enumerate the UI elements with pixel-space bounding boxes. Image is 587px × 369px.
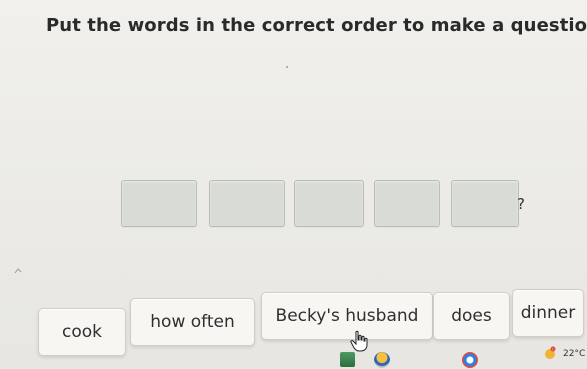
- word-tile-cook[interactable]: cook: [38, 308, 126, 356]
- word-tile-how-often[interactable]: how often: [130, 298, 255, 346]
- app-green-icon[interactable]: [340, 352, 355, 367]
- answer-slot-1[interactable]: [121, 180, 197, 227]
- svg-text:!: !: [552, 347, 553, 351]
- answer-slot-5[interactable]: [451, 180, 519, 227]
- decorative-mark: [14, 268, 22, 274]
- answer-slot-4[interactable]: [374, 180, 440, 227]
- answer-slots: ?: [121, 180, 541, 230]
- instruction-title: Put the words in the correct order to ma…: [46, 15, 587, 36]
- temperature-label: 22°C: [563, 349, 586, 359]
- answer-slot-2[interactable]: [209, 180, 285, 227]
- hand-pointer-icon: [350, 330, 368, 352]
- word-tile-dinner[interactable]: dinner: [512, 289, 584, 337]
- exercise-page: Put the words in the correct order to ma…: [0, 0, 587, 369]
- browser-icon[interactable]: [462, 352, 478, 368]
- word-tile-beckys-husband[interactable]: Becky's husband: [261, 292, 433, 340]
- weather-icon[interactable]: !: [542, 346, 556, 360]
- decorative-dot: [286, 66, 288, 68]
- chrome-like-icon[interactable]: [374, 352, 390, 368]
- word-tile-does[interactable]: does: [433, 292, 510, 340]
- answer-slot-3[interactable]: [294, 180, 364, 227]
- question-mark: ?: [517, 195, 525, 213]
- taskbar: [0, 352, 587, 369]
